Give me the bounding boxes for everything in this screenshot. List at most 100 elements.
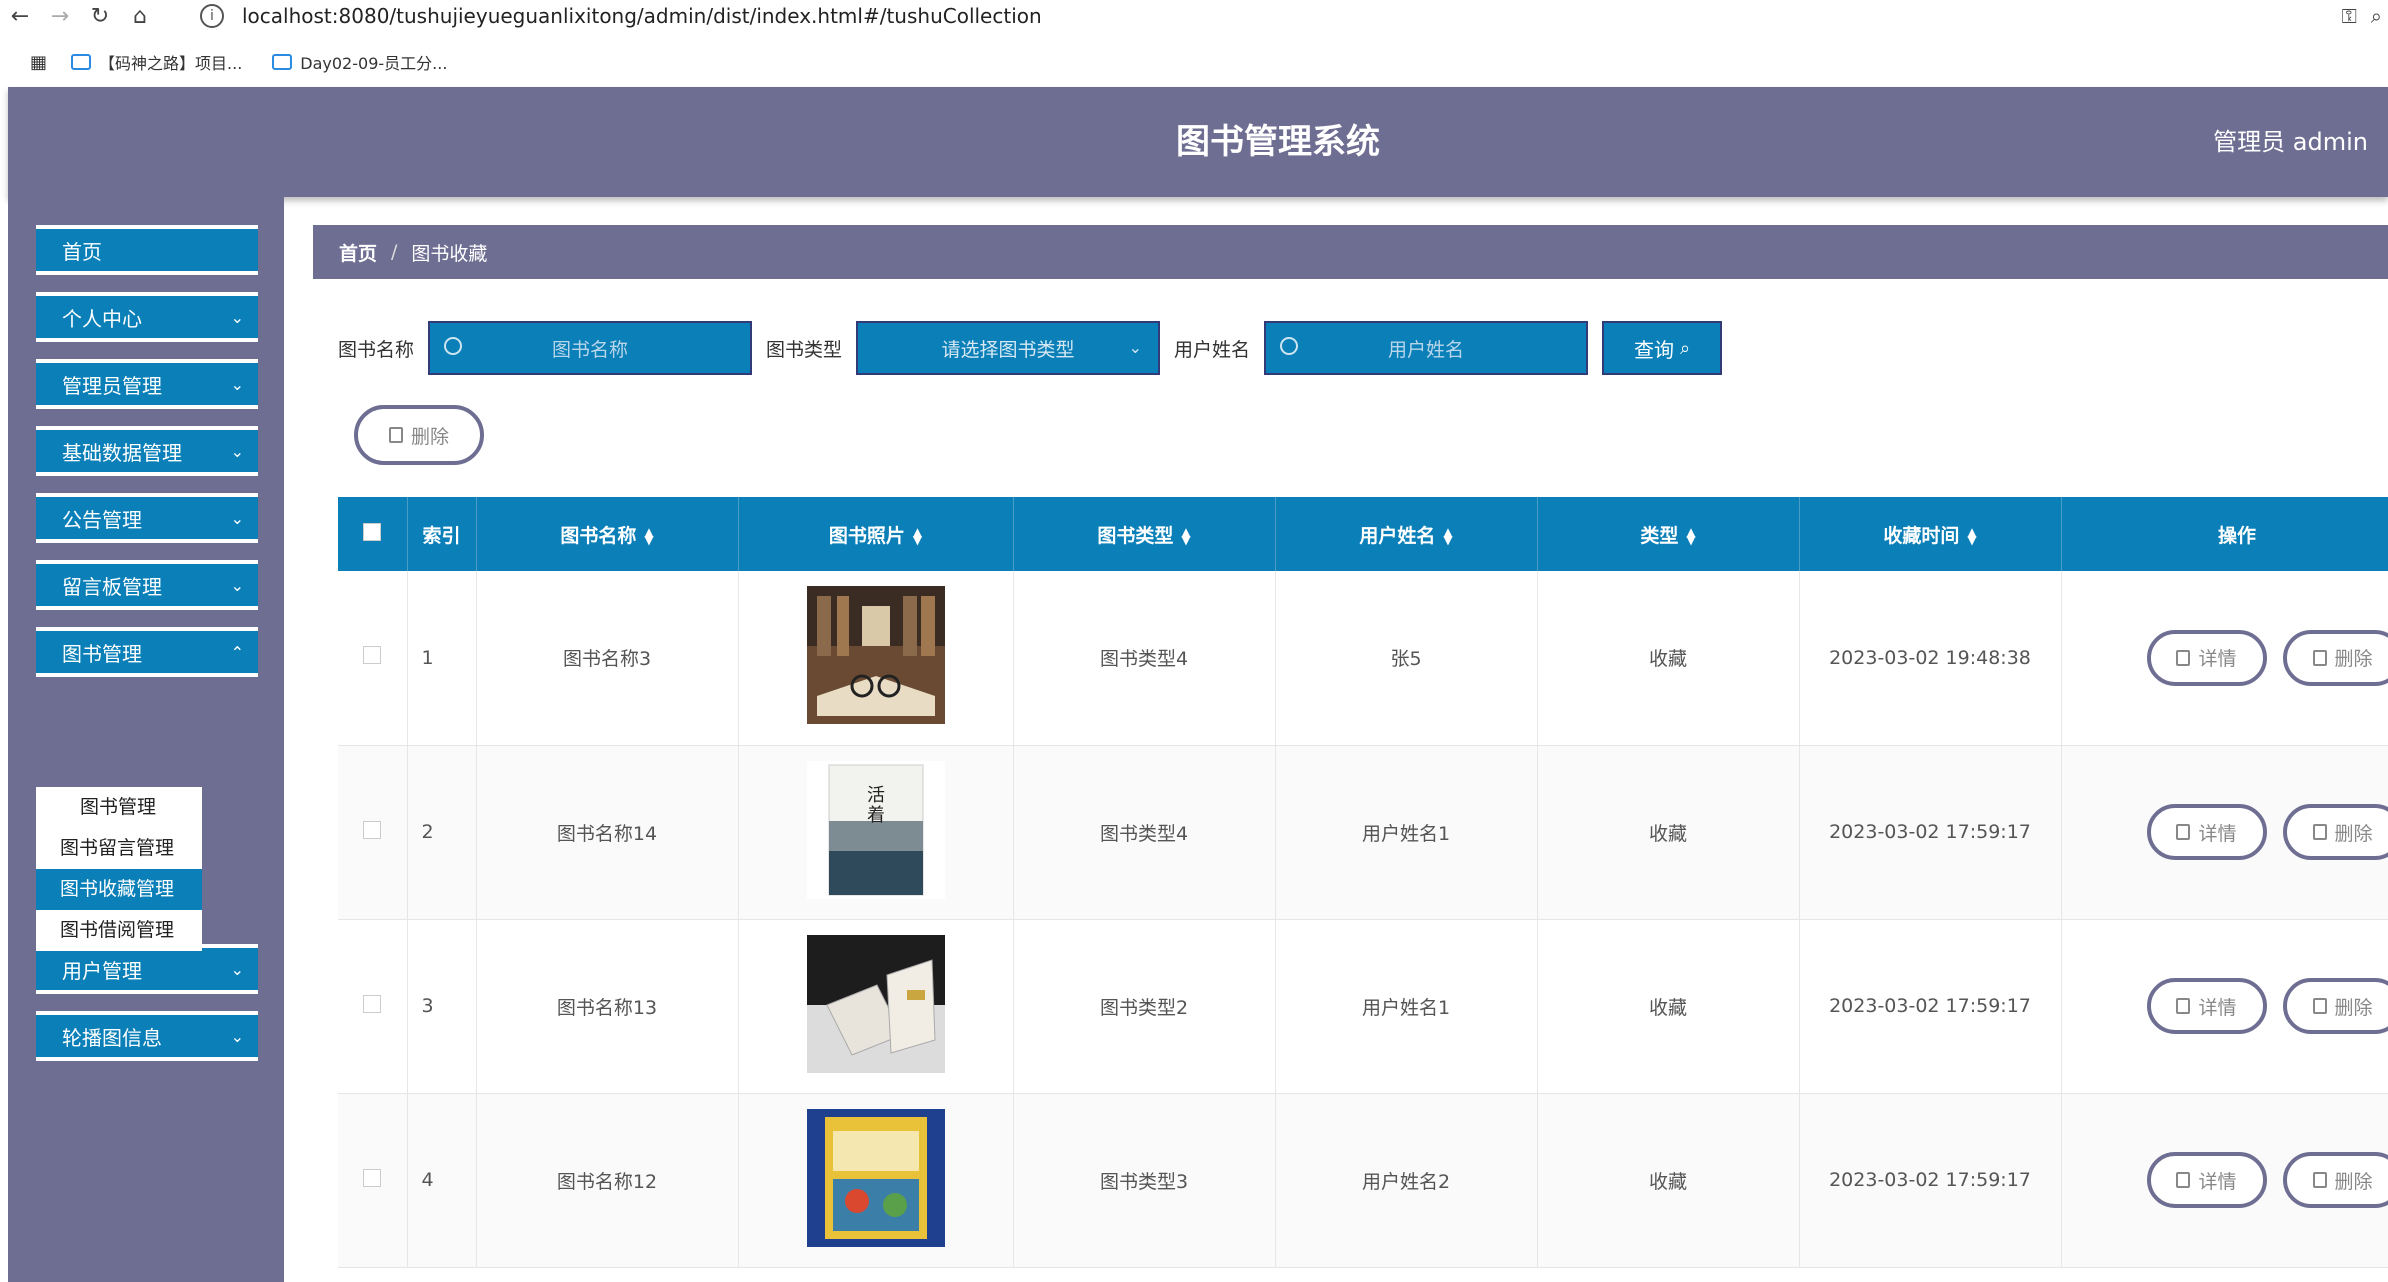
table-row: 3 图书名称13 图书类型2 用户姓名1 收藏 2023-03-02 17:59… [338, 919, 2388, 1094]
bookmark-item[interactable]: 【码神之路】项目... [71, 50, 242, 74]
sidebar-item-basic-data[interactable]: 基础数据管理 ⌄ [36, 426, 258, 476]
browser-right-icons: ⚿ ⌕ [2342, 0, 2388, 32]
cell-time: 2023-03-02 17:59:17 [1799, 745, 2062, 920]
address-bar[interactable]: i localhost:8080/tushujieyueguanlixitong… [200, 0, 1042, 32]
bookmark-icon [71, 54, 92, 70]
book-name-input[interactable]: 图书名称 [428, 321, 753, 375]
detail-button[interactable]: 详情 [2146, 804, 2267, 860]
cell-book-name: 图书名称13 [476, 919, 739, 1094]
bookmark-item[interactable]: Day02-09-员工分... [272, 50, 447, 74]
breadcrumb-home[interactable]: 首页 [339, 239, 377, 266]
submenu-item-books[interactable]: 图书管理 [36, 787, 202, 828]
sidebar-item-personal[interactable]: 个人中心 ⌄ [36, 292, 258, 342]
book-photo-sanguo[interactable] [806, 1108, 945, 1247]
sort-icon[interactable]: ▲ ▼ [644, 526, 653, 546]
home-icon[interactable]: ⌂ [120, 0, 160, 32]
sort-icon[interactable]: ▲ ▼ [1967, 526, 1976, 546]
submenu-item-book-borrow[interactable]: 图书借阅管理 [36, 910, 202, 951]
cell-book-photo [738, 919, 1014, 1094]
row-checkbox[interactable] [363, 994, 382, 1013]
book-photo-library[interactable] [806, 586, 945, 725]
reload-icon[interactable]: ↻ [80, 0, 120, 32]
sidebar-item-carousel[interactable]: 轮播图信息 ⌄ [36, 1011, 258, 1061]
sidebar-item-users[interactable]: 用户管理 ⌄ [36, 944, 258, 994]
table-row: 2 图书名称14 活 着 图书类型4 用户姓名1 收藏 2023-03-02 1… [338, 745, 2388, 920]
col-kind[interactable]: 类型 ▲ ▼ [1537, 497, 1800, 571]
sidebar-item-admin[interactable]: 管理员管理 ⌄ [36, 359, 258, 409]
sort-icon[interactable]: ▲ ▼ [1443, 526, 1452, 546]
detail-button[interactable]: 详情 [2146, 629, 2267, 686]
delete-button[interactable]: 删除 [2282, 978, 2388, 1034]
sort-icon[interactable]: ▲ ▼ [913, 526, 922, 546]
sidebar-item-books[interactable]: 图书管理 ⌃ [36, 627, 258, 677]
chevron-down-icon: ⌄ [230, 576, 244, 595]
table-row: 4 图书名称12 图书类型3 用户姓名2 收藏 2023-03-02 17:59… [338, 1093, 2388, 1268]
apps-icon[interactable]: ▦ [30, 52, 47, 73]
sort-icon[interactable]: ▲ ▼ [1686, 526, 1695, 546]
cell-user-name: 用户姓名2 [1275, 1093, 1538, 1268]
svg-text:活: 活 [867, 785, 885, 806]
breadcrumb-current: 图书收藏 [411, 242, 488, 265]
trash-icon [388, 427, 403, 443]
cell-book-name: 图书名称14 [476, 745, 739, 920]
delete-button[interactable]: 删除 [2282, 1152, 2388, 1208]
document-icon [2176, 649, 2191, 666]
user-name-input[interactable]: 用户姓名 [1264, 321, 1589, 375]
zoom-icon[interactable]: ⌕ [2371, 4, 2382, 28]
cell-book-photo: 活 着 [738, 745, 1014, 920]
delete-button[interactable]: 删除 [2282, 629, 2388, 686]
sidebar-item-home[interactable]: 首页 [36, 225, 258, 275]
forward-icon[interactable]: → [40, 0, 80, 32]
user-label[interactable]: 管理员 admin [2213, 87, 2368, 197]
breadcrumb: 首页 / 图书收藏 [313, 225, 2388, 279]
chevron-down-icon: ⌄ [230, 308, 244, 327]
back-icon[interactable]: ← [0, 0, 40, 32]
trash-icon [2312, 998, 2327, 1014]
delete-button[interactable]: 删除 [2282, 804, 2388, 860]
col-book-type[interactable]: 图书类型 ▲ ▼ [1013, 497, 1276, 571]
table-header-row: 索引 图书名称 ▲ ▼ 图书照片 ▲ ▼ 图书类型 ▲ ▼ 用户姓名 ▲ ▼ 类型 ▲ ▼ 收藏时间… [338, 497, 2388, 571]
cell-time: 2023-03-02 19:48:38 [1799, 571, 2062, 746]
submenu-item-book-collection[interactable]: 图书收藏管理 [36, 869, 202, 910]
chevron-down-icon: ⌄ [230, 960, 244, 979]
cell-actions: 详情 删除 [2061, 919, 2388, 1094]
book-type-select[interactable]: 请选择图书类型 ⌄ [856, 321, 1161, 375]
cell-book-type: 图书类型2 [1013, 919, 1276, 1094]
book-photo-huozhe[interactable]: 活 着 [806, 760, 945, 899]
sort-icon[interactable]: ▲ ▼ [1181, 526, 1190, 546]
col-book-photo[interactable]: 图书照片 ▲ ▼ [738, 497, 1014, 571]
cell-book-type: 图书类型3 [1013, 1093, 1276, 1268]
key-icon[interactable]: ⚿ [2342, 4, 2357, 28]
batch-delete-button[interactable]: 删除 [354, 405, 484, 465]
row-checkbox[interactable] [363, 1168, 382, 1187]
col-index: 索引 [407, 497, 477, 571]
col-book-name[interactable]: 图书名称 ▲ ▼ [476, 497, 739, 571]
submenu-item-book-messages[interactable]: 图书留言管理 [36, 828, 202, 869]
select-all-checkbox[interactable] [363, 522, 382, 541]
book-photo-white-books[interactable] [806, 934, 945, 1073]
row-checkbox[interactable] [363, 646, 382, 665]
filter-bar: 图书名称 图书名称 图书类型 请选择图书类型 ⌄ 用户姓名 用户姓名 查询 ⌕ [338, 321, 1723, 375]
site-info-icon[interactable]: i [200, 4, 224, 28]
cell-index: 1 [407, 571, 477, 746]
cell-index: 2 [407, 745, 477, 920]
browser-chrome: ← → ↻ ⌂ i localhost:8080/tushujieyueguan… [0, 0, 2388, 87]
document-icon [2176, 824, 2191, 840]
sidebar-item-message[interactable]: 留言板管理 ⌄ [36, 560, 258, 610]
url-text: localhost:8080/tushujieyueguanlixitong/a… [242, 4, 1042, 28]
row-checkbox[interactable] [363, 820, 382, 839]
cell-book-photo [738, 1093, 1014, 1268]
detail-button[interactable]: 详情 [2146, 1152, 2267, 1208]
query-button[interactable]: 查询 ⌕ [1602, 321, 1723, 375]
chevron-up-icon: ⌃ [230, 643, 244, 662]
detail-button[interactable]: 详情 [2146, 978, 2267, 1034]
cell-kind: 收藏 [1537, 745, 1800, 920]
search-icon: ⌕ [1680, 337, 1691, 359]
col-user-name[interactable]: 用户姓名 ▲ ▼ [1275, 497, 1538, 571]
select-all-header [338, 497, 408, 571]
book-name-label: 图书名称 [338, 338, 415, 361]
col-time[interactable]: 收藏时间 ▲ ▼ [1799, 497, 2062, 571]
cell-user-name: 用户姓名1 [1275, 919, 1538, 1094]
breadcrumb-separator: / [391, 241, 398, 263]
sidebar-item-notice[interactable]: 公告管理 ⌄ [36, 493, 258, 543]
